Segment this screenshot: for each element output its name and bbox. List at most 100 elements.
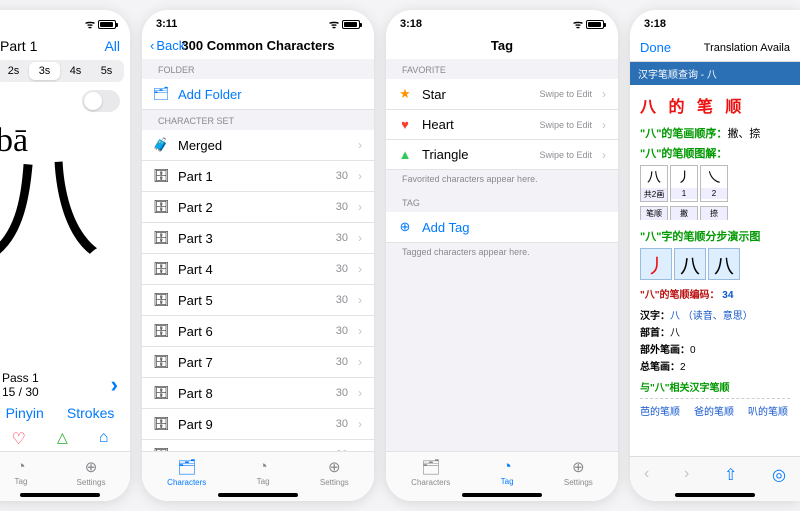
back-button[interactable]: ‹ Back xyxy=(150,38,185,53)
progress-counter: 15 / 30 xyxy=(2,385,39,399)
status-bar: 3:11 ᯤ xyxy=(142,10,374,34)
all-button[interactable]: All xyxy=(104,38,120,54)
tab-tag[interactable]: ◔Tag xyxy=(15,458,28,487)
section-header-favorite: FAVORITE xyxy=(386,59,618,79)
briefcase-icon: 🗄︎ xyxy=(154,323,168,339)
tab-settings[interactable]: ⊕Settings xyxy=(564,458,593,487)
auto-toggle[interactable] xyxy=(82,90,120,112)
home-indicator[interactable] xyxy=(462,493,542,497)
add-folder-button[interactable]: 🗂︎ Add Folder xyxy=(142,79,374,110)
part-row[interactable]: 🗄︎Part 530› xyxy=(142,285,374,316)
character-glyph: 八 xyxy=(0,154,130,264)
tab-tag[interactable]: ◔Tag xyxy=(501,458,514,487)
tab-settings[interactable]: ⊕Settings xyxy=(77,458,106,487)
tab-settings[interactable]: ⊕Settings xyxy=(320,458,349,487)
back-icon: ‹ xyxy=(644,465,649,485)
heart-icon[interactable]: ♡ xyxy=(12,429,26,449)
triangle-icon: ▲ xyxy=(398,147,412,162)
done-button[interactable]: Done xyxy=(640,40,671,55)
status-bar: 3:18 ᯤ xyxy=(386,10,618,34)
triangle-icon[interactable]: △ xyxy=(57,429,68,449)
tag-icon: ◔ xyxy=(503,458,512,475)
gear-icon: ⊕ xyxy=(85,458,98,476)
briefcase-icon: 🧳 xyxy=(154,137,168,153)
part-row[interactable]: 🗄︎Part 330› xyxy=(142,223,374,254)
section-header-charset: CHARACTER SET xyxy=(142,110,374,130)
share-icon[interactable]: ⇧ xyxy=(724,465,737,485)
stroke-step: 八 xyxy=(674,248,706,280)
favorite-row-heart[interactable]: ♥ Heart Swipe to Edit› xyxy=(386,110,618,140)
favorite-row-triangle[interactable]: ▲ Triangle Swipe to Edit› xyxy=(386,140,618,170)
seg-2s[interactable]: 2s xyxy=(0,62,29,80)
screen-title: Part 1 xyxy=(0,38,37,54)
part-row[interactable]: 🗄︎Part 930› xyxy=(142,409,374,440)
tab-characters[interactable]: 🗂︎Characters xyxy=(167,458,206,487)
gear-icon: ⊕ xyxy=(328,458,341,476)
screen-tag: 3:18 ᯤ Tag FAVORITE ★ Star Swipe to Edit… xyxy=(386,10,618,501)
seg-4s[interactable]: 4s xyxy=(60,62,91,80)
status-time: 3:18 xyxy=(400,18,422,30)
page-header-bar: 汉字笔顺查询 - 八 xyxy=(630,62,800,85)
star-icon: ★ xyxy=(398,86,412,102)
part-row[interactable]: 🗄︎Part 230› xyxy=(142,192,374,223)
related-link[interactable]: 叭的笔顺 xyxy=(748,403,788,418)
next-button[interactable]: › xyxy=(111,372,118,398)
wifi-icon: ᯤ xyxy=(573,17,583,32)
gear-icon: ⊕ xyxy=(572,458,585,476)
folder-icon: 🗂︎ xyxy=(177,458,196,476)
part-row[interactable]: 🗄︎Part 630› xyxy=(142,316,374,347)
plus-circle-icon: ⊕ xyxy=(398,219,412,235)
wifi-icon: ᯤ xyxy=(329,17,339,32)
folder-plus-icon: 🗂︎ xyxy=(154,86,168,102)
mode-pinyin-button[interactable]: Pinyin xyxy=(6,405,44,421)
part-row[interactable]: 🗄︎Part 430› xyxy=(142,254,374,285)
home-indicator[interactable] xyxy=(675,493,755,497)
section-header-tag: TAG xyxy=(386,192,618,212)
web-content[interactable]: 八 的 笔 顺 "八"的笔画顺序：撇、捺 "八"的笔顺图解： 八共2画 丿1 乀… xyxy=(630,85,800,430)
section-header-folder: FOLDER xyxy=(142,59,374,79)
briefcase-icon: 🗄︎ xyxy=(154,261,168,277)
tag-icon: ◔ xyxy=(259,458,268,475)
battery-icon xyxy=(586,20,604,29)
briefcase-icon: 🗄︎ xyxy=(154,230,168,246)
add-tag-button[interactable]: ⊕ Add Tag xyxy=(386,212,618,243)
pass-label: Pass 1 xyxy=(2,371,39,385)
wifi-icon: ᯤ xyxy=(85,17,95,32)
part-row[interactable]: 🗄︎Part 830› xyxy=(142,378,374,409)
status-time: 3:18 xyxy=(644,18,666,30)
tag-hint: Tagged characters appear here. xyxy=(386,243,618,265)
status-time: 3:11 xyxy=(156,18,177,30)
home-indicator[interactable] xyxy=(20,493,100,497)
nav-title: 300 Common Characters xyxy=(181,38,334,53)
home-indicator[interactable] xyxy=(218,493,298,497)
part-row[interactable]: 🗄︎Part 130› xyxy=(142,161,374,192)
briefcase-icon: 🗄︎ xyxy=(154,385,168,401)
tag-icon[interactable]: ⌂ xyxy=(99,429,109,449)
heart-icon: ♥ xyxy=(398,117,412,132)
safari-icon[interactable]: ◎ xyxy=(772,465,786,485)
forward-icon: › xyxy=(684,465,689,485)
webview-title: Translation Availa xyxy=(704,42,790,54)
merged-set-row[interactable]: 🧳 Merged › xyxy=(142,130,374,161)
tab-tag[interactable]: ◔Tag xyxy=(257,458,270,487)
part-row[interactable]: 🗄︎Part 1030› xyxy=(142,440,374,451)
battery-icon xyxy=(98,20,116,29)
favorite-row-star[interactable]: ★ Star Swipe to Edit› xyxy=(386,79,618,110)
related-link[interactable]: 芭的笔顺 xyxy=(640,403,680,418)
related-link[interactable]: 爸的笔顺 xyxy=(694,403,734,418)
folder-icon: 🗂︎ xyxy=(421,458,440,476)
briefcase-icon: 🗄︎ xyxy=(154,354,168,370)
battery-icon xyxy=(342,20,360,29)
briefcase-icon: 🗄︎ xyxy=(154,168,168,184)
part-row[interactable]: 🗄︎Part 730› xyxy=(142,347,374,378)
stroke-cell: 丿1 xyxy=(670,165,698,202)
mode-strokes-button[interactable]: Strokes xyxy=(67,405,114,421)
seg-3s[interactable]: 3s xyxy=(29,62,60,80)
seg-5s[interactable]: 5s xyxy=(91,62,122,80)
time-segmented-control[interactable]: 2s 3s 4s 5s xyxy=(0,60,124,82)
tab-characters[interactable]: 🗂︎Characters xyxy=(411,458,450,487)
chevron-right-icon: › xyxy=(358,138,362,152)
briefcase-icon: 🗄︎ xyxy=(154,416,168,432)
briefcase-icon: 🗄︎ xyxy=(154,292,168,308)
article-title: 八 的 笔 顺 xyxy=(640,93,790,117)
